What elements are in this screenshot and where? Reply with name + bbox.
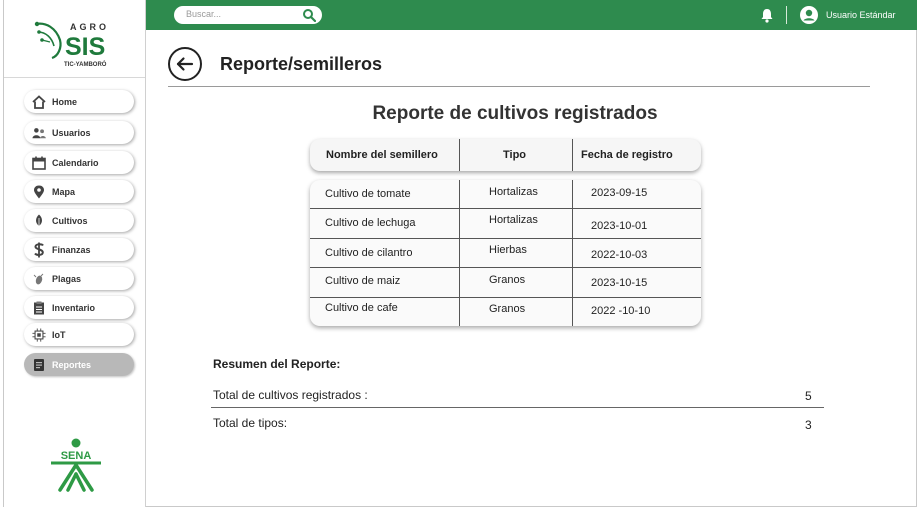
header-column-divider (459, 139, 460, 171)
header-divider (786, 6, 787, 24)
table-cell-name: Cultivo de cafe (325, 302, 398, 314)
report-title: Reporte de cultivos registrados (372, 103, 658, 124)
table-cell-type: Hortalizas (489, 214, 538, 226)
sidebar-item-mapa[interactable]: Mapa (24, 180, 134, 203)
search-icon[interactable] (302, 8, 316, 22)
column-header-nombre: Nombre del semillero (326, 149, 438, 161)
summary-title: Resumen del Reporte: (213, 357, 341, 371)
table-cell-type: Granos (489, 303, 526, 315)
sidebar-item-calendario[interactable]: Calendario (24, 151, 134, 174)
table-cell-name: Cultivo de tomate (325, 188, 411, 200)
table-cell-name: Cultivo de cilantro (325, 247, 413, 259)
column-header-fecha: Fecha de registro (581, 149, 673, 161)
summary-value-total-cultivos: 5 (805, 389, 812, 403)
sidebar-item-iot[interactable]: IoT (24, 323, 134, 346)
table-cell-date: 2023-09-15 (591, 187, 648, 199)
table-body: Cultivo de tomate Hortalizas 2023-09-15 … (310, 180, 701, 326)
summary-divider (211, 407, 824, 408)
bug-icon (33, 273, 44, 284)
sidebar-item-finanzas[interactable]: Finanzas (24, 238, 134, 261)
summary-value-total-tipos: 3 (805, 418, 812, 432)
arrow-left-icon (176, 57, 194, 71)
table-cell-date: 2023-10-15 (591, 277, 648, 289)
sidebar-item-inventario[interactable]: Inventario (24, 296, 134, 319)
summary-label-total-cultivos: Total de cultivos registrados : (213, 388, 368, 402)
sidebar-item-usuarios[interactable]: Usuarios (24, 121, 134, 144)
row-divider (310, 267, 701, 268)
map-pin-icon (34, 185, 44, 198)
search-box[interactable] (174, 6, 322, 24)
table-cell-name: Cultivo de maiz (325, 275, 401, 287)
calendar-icon (32, 156, 46, 170)
sidebar-item-label: Inventario (52, 302, 96, 313)
sena-logo: SENA (51, 438, 101, 492)
sidebar-item-cultivos[interactable]: Cultivos (24, 209, 134, 232)
sidebar-item-label: Calendario (52, 157, 99, 168)
search-input[interactable] (186, 9, 296, 19)
logo-text-sub: TIC-YAMBORÓ (64, 60, 107, 68)
row-divider (310, 208, 701, 209)
clipboard-icon (34, 301, 44, 314)
table-header: Nombre del semillero Tipo Fecha de regis… (310, 139, 701, 171)
row-divider (310, 297, 701, 298)
table-cell-date: 2022 -10-10 (591, 305, 651, 317)
table-cell-date: 2023-10-01 (591, 220, 648, 232)
sidebar-item-label: Mapa (52, 186, 76, 197)
sidebar-item-label: Plagas (52, 273, 82, 284)
sidebar-item-label: Finanzas (52, 244, 91, 255)
row-divider (310, 238, 701, 239)
leaf-icon (36, 214, 42, 227)
dollar-icon (34, 242, 44, 257)
logo-text-main: SIS (65, 33, 105, 61)
table-cell-date: 2022-10-03 (591, 249, 648, 261)
summary-label-total-tipos: Total de tipos: (213, 416, 288, 430)
top-bar: Usuario Estándar (146, 0, 917, 30)
agrosis-logo: AGRO SIS TIC-YAMBORÓ (34, 21, 109, 68)
column-divider (459, 180, 460, 326)
table-cell-type: Hortalizas (489, 186, 538, 198)
sidebar-item-label: Reportes (52, 359, 92, 370)
logo-text-top: AGRO (70, 22, 109, 32)
column-header-tipo: Tipo (503, 149, 527, 161)
page-title: Reporte/semilleros (220, 54, 383, 74)
back-button[interactable] (168, 47, 202, 81)
sidebar-divider (4, 77, 145, 78)
table-cell-type: Granos (489, 274, 526, 286)
home-icon (32, 94, 46, 109)
column-divider (572, 180, 573, 326)
table-cell-type: Hierbas (489, 244, 527, 256)
report-icon (34, 358, 44, 371)
bell-icon[interactable] (760, 8, 774, 23)
title-divider (168, 86, 870, 87)
sidebar-item-label: Home (52, 96, 78, 107)
sidebar-item-label: IoT (52, 329, 66, 340)
table-cell-name: Cultivo de lechuga (325, 217, 416, 229)
chip-icon (32, 327, 46, 342)
sidebar: AGRO SIS TIC-YAMBORÓ Home Usuarios Calen… (4, 0, 146, 507)
users-icon (32, 127, 46, 138)
sidebar-item-reportes[interactable]: Reportes (24, 353, 134, 376)
sidebar-item-label: Usuarios (52, 127, 91, 138)
sena-logo-text: SENA (61, 450, 92, 462)
sidebar-item-plagas[interactable]: Plagas (24, 267, 134, 290)
header-column-divider (572, 139, 573, 171)
sidebar-item-label: Cultivos (52, 215, 88, 226)
user-avatar-icon[interactable] (800, 6, 818, 24)
user-name[interactable]: Usuario Estándar (826, 10, 896, 20)
sidebar-item-home[interactable]: Home (24, 90, 134, 113)
